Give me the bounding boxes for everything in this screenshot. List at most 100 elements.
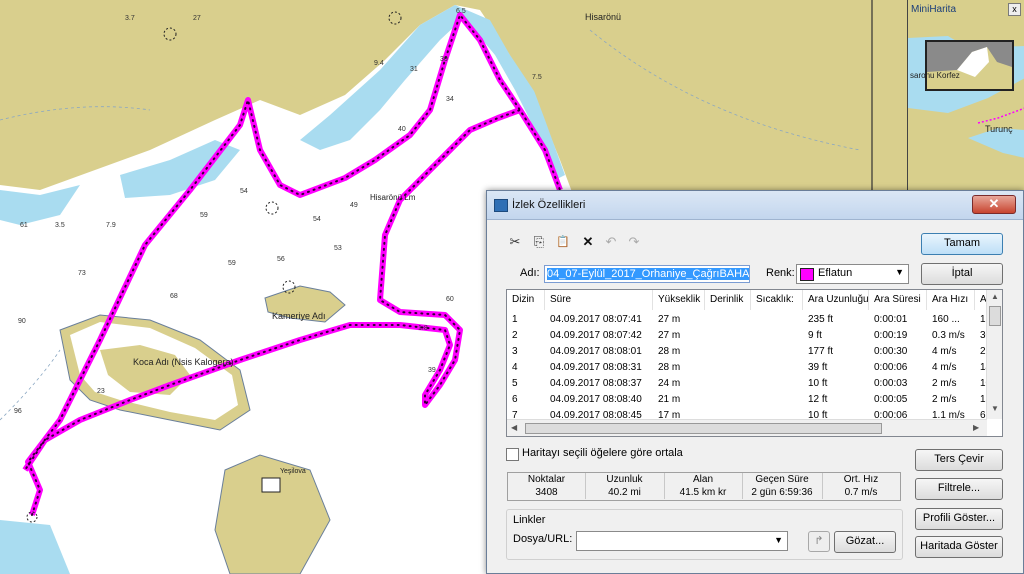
minimap-close-button[interactable]: x bbox=[1008, 3, 1021, 16]
column-header[interactable]: Dizin bbox=[507, 290, 545, 310]
table-row[interactable]: 5 04.09.2017 08:08:37 24 m 10 ft 0:00:03 2 m/… bbox=[507, 376, 991, 392]
depth-sounding: 34 bbox=[446, 96, 454, 103]
column-header[interactable]: Yükseklik bbox=[653, 290, 705, 310]
horizontal-scrollbar[interactable]: ◀ ▶ bbox=[507, 419, 987, 436]
table-cell: 27 m bbox=[658, 330, 681, 341]
column-header[interactable]: Sıcaklık: bbox=[751, 290, 803, 310]
dialog-title: İzlek Özellikleri bbox=[512, 199, 586, 211]
cancel-button[interactable]: İptal bbox=[921, 263, 1003, 285]
table-cell bbox=[705, 376, 751, 392]
map-label-hisaronu-lm: Hisarönü Lm bbox=[370, 193, 416, 202]
column-header[interactable]: Ara Süresi bbox=[869, 290, 927, 310]
depth-sounding: 31 bbox=[410, 66, 418, 73]
color-select[interactable]: Eflatun ▼ bbox=[796, 264, 909, 284]
stat-value: 0.7 m/s bbox=[844, 487, 878, 498]
table-cell: 0:00:06 bbox=[874, 362, 908, 373]
chevron-down-icon: ▼ bbox=[774, 535, 783, 545]
depth-sounding: 40 bbox=[398, 126, 406, 133]
dialog-close-button[interactable]: ✕ bbox=[972, 195, 1016, 214]
depth-sounding: 54 bbox=[313, 216, 321, 223]
track-points-table[interactable]: Dizin Süre Yükseklik Derinlik Sıcaklık: Ara U… bbox=[506, 289, 1003, 437]
table-cell bbox=[751, 312, 803, 328]
copy-icon[interactable]: ⎘ bbox=[532, 235, 546, 249]
track-icon bbox=[494, 199, 508, 212]
minimap-panel[interactable]: MiniHarita x saronu Korfez bbox=[907, 0, 1024, 190]
show-on-map-button[interactable]: Haritada Göster bbox=[915, 536, 1003, 558]
table-row[interactable]: 1 04.09.2017 08:07:41 27 m 235 ft 0:00:01 160… bbox=[507, 312, 991, 328]
table-row[interactable]: 3 04.09.2017 08:08:01 28 m 177 ft 0:00:30 4 m… bbox=[507, 344, 991, 360]
map-label-turunc: Turunç bbox=[985, 124, 1013, 134]
table-cell: 6 bbox=[512, 394, 518, 405]
table-cell bbox=[751, 344, 803, 360]
table-cell: 160 ... bbox=[932, 314, 960, 325]
depth-sounding: 7.5 bbox=[532, 74, 542, 81]
stat-value: 40.2 mi bbox=[608, 487, 641, 498]
scrollbar-thumb[interactable] bbox=[989, 306, 1001, 326]
delete-icon[interactable]: ✕ bbox=[581, 235, 595, 249]
color-select-value: Eflatun bbox=[818, 267, 853, 279]
table-cell: 04.09.2017 08:08:31 bbox=[550, 362, 642, 373]
table-cell: 39 ft bbox=[808, 362, 828, 373]
depth-sounding: 54 bbox=[240, 188, 248, 195]
scroll-right-icon[interactable]: ▶ bbox=[973, 423, 979, 432]
table-cell: 21 m bbox=[658, 394, 681, 405]
depth-sounding: 7.9 bbox=[106, 222, 116, 229]
stat-area: Alan 41.5 km kr bbox=[664, 473, 743, 499]
column-header[interactable]: Süre bbox=[545, 290, 653, 310]
table-cell bbox=[705, 360, 751, 376]
links-group: Linkler Dosya/URL: ▼ ↱ Gözat... bbox=[506, 509, 903, 560]
table-cell: 28 m bbox=[658, 346, 681, 357]
column-header[interactable]: Ara Uzunluğu bbox=[803, 290, 869, 310]
depth-sounding: 6.5 bbox=[456, 8, 466, 15]
open-link-icon[interactable]: ↱ bbox=[808, 531, 830, 552]
stat-header: Geçen Süre bbox=[755, 474, 809, 485]
show-profile-button[interactable]: Profili Göster... bbox=[915, 508, 1003, 530]
table-row[interactable]: 2 04.09.2017 08:07:42 27 m 9 ft 0:00:19 0.3 m… bbox=[507, 328, 991, 344]
scrollbar-thumb[interactable] bbox=[525, 423, 882, 434]
depth-sounding: 59 bbox=[228, 260, 236, 267]
scroll-down-icon[interactable]: ▼ bbox=[991, 404, 999, 413]
depth-sounding: 59 bbox=[200, 212, 208, 219]
table-cell: 04.09.2017 08:07:42 bbox=[550, 330, 642, 341]
column-header[interactable]: Derinlik bbox=[705, 290, 751, 310]
depth-sounding: 39 bbox=[428, 367, 436, 374]
name-label: Adı: bbox=[520, 267, 540, 279]
minimap-viewport-frame[interactable] bbox=[925, 40, 1014, 91]
cut-icon[interactable]: ✂ bbox=[508, 235, 522, 249]
table-row[interactable]: 4 04.09.2017 08:08:31 28 m 39 ft 0:00:06 4 m/… bbox=[507, 360, 991, 376]
track-name-input[interactable]: 04_07-Eylül_2017_Orhaniye_ÇağrıBAHADIR bbox=[544, 265, 750, 283]
map-label-kameriye: Kameriye Adı bbox=[272, 311, 326, 321]
color-swatch bbox=[800, 268, 814, 281]
center-map-checkbox[interactable] bbox=[506, 448, 519, 461]
column-header[interactable]: Ara Hızı bbox=[927, 290, 975, 310]
table-cell bbox=[705, 392, 751, 408]
table-cell: 235 ft bbox=[808, 314, 834, 325]
redo-icon[interactable]: ↷ bbox=[627, 235, 641, 249]
dialog-titlebar[interactable]: İzlek Özellikleri ✕ bbox=[487, 191, 1023, 220]
ok-button[interactable]: Tamam bbox=[921, 233, 1003, 255]
filter-button[interactable]: Filtrele... bbox=[915, 478, 1003, 500]
stat-avg-speed: Ort. Hız 0.7 m/s bbox=[822, 473, 900, 499]
table-cell: 0:00:05 bbox=[874, 394, 908, 405]
table-cell: 4 bbox=[512, 362, 518, 373]
table-cell: 0:00:01 bbox=[874, 314, 908, 325]
vertical-scrollbar[interactable]: ▲ ▼ bbox=[986, 290, 1002, 419]
table-cell: 1 bbox=[512, 314, 518, 325]
stat-header: Uzunluk bbox=[606, 474, 643, 485]
scroll-left-icon[interactable]: ◀ bbox=[511, 423, 517, 432]
depth-sounding: 56 bbox=[277, 256, 285, 263]
undo-icon[interactable]: ↶ bbox=[604, 235, 618, 249]
track-properties-dialog[interactable]: İzlek Özellikleri ✕ ✂ ⎘ 📋 ✕ ↶ ↷ Tamam İp… bbox=[486, 190, 1024, 574]
reverse-button[interactable]: Ters Çevir bbox=[915, 449, 1003, 471]
scroll-up-icon[interactable]: ▲ bbox=[991, 292, 999, 301]
table-cell: 04.09.2017 08:08:01 bbox=[550, 346, 642, 357]
paste-icon[interactable]: 📋 bbox=[556, 235, 570, 249]
browse-button[interactable]: Gözat... bbox=[834, 531, 896, 553]
depth-sounding: 61 bbox=[20, 222, 28, 229]
table-cell bbox=[705, 344, 751, 360]
table-cell: 0:00:03 bbox=[874, 378, 908, 389]
depth-sounding: 3.7 bbox=[125, 15, 135, 22]
table-row[interactable]: 6 04.09.2017 08:08:40 21 m 12 ft 0:00:05 2 m/… bbox=[507, 392, 991, 408]
table-cell: 04.09.2017 08:07:41 bbox=[550, 314, 642, 325]
url-combobox[interactable]: ▼ bbox=[576, 531, 788, 551]
